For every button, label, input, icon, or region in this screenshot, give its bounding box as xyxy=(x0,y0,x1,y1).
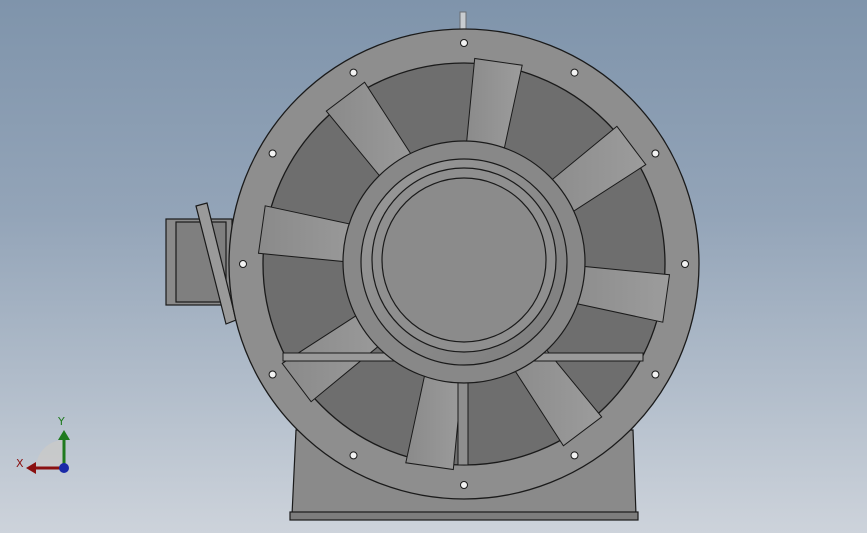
y-axis-label: Y xyxy=(58,415,65,428)
bolt-hole xyxy=(570,451,579,460)
bolt-hole xyxy=(460,39,468,47)
bolt-hole xyxy=(239,260,247,268)
axial-fan-model[interactable] xyxy=(0,0,867,533)
bolt-hole xyxy=(651,149,660,158)
bolt-hole xyxy=(268,149,277,158)
triad-plane-indicator xyxy=(36,440,64,468)
junction-box xyxy=(165,202,237,325)
bolt-hole xyxy=(651,370,660,379)
x-axis-label: X xyxy=(16,457,24,470)
z-axis-dot xyxy=(59,463,69,473)
bolt-hole xyxy=(681,260,689,268)
bolt-hole xyxy=(349,451,358,460)
bolt-hole xyxy=(349,68,358,77)
motor-hub xyxy=(342,140,586,384)
bolt-hole xyxy=(460,481,468,489)
coordinate-triad xyxy=(26,430,70,474)
bolt-hole xyxy=(268,370,277,379)
bolt-hole xyxy=(570,68,579,77)
graphics-viewport[interactable]: Y X xyxy=(0,0,867,533)
